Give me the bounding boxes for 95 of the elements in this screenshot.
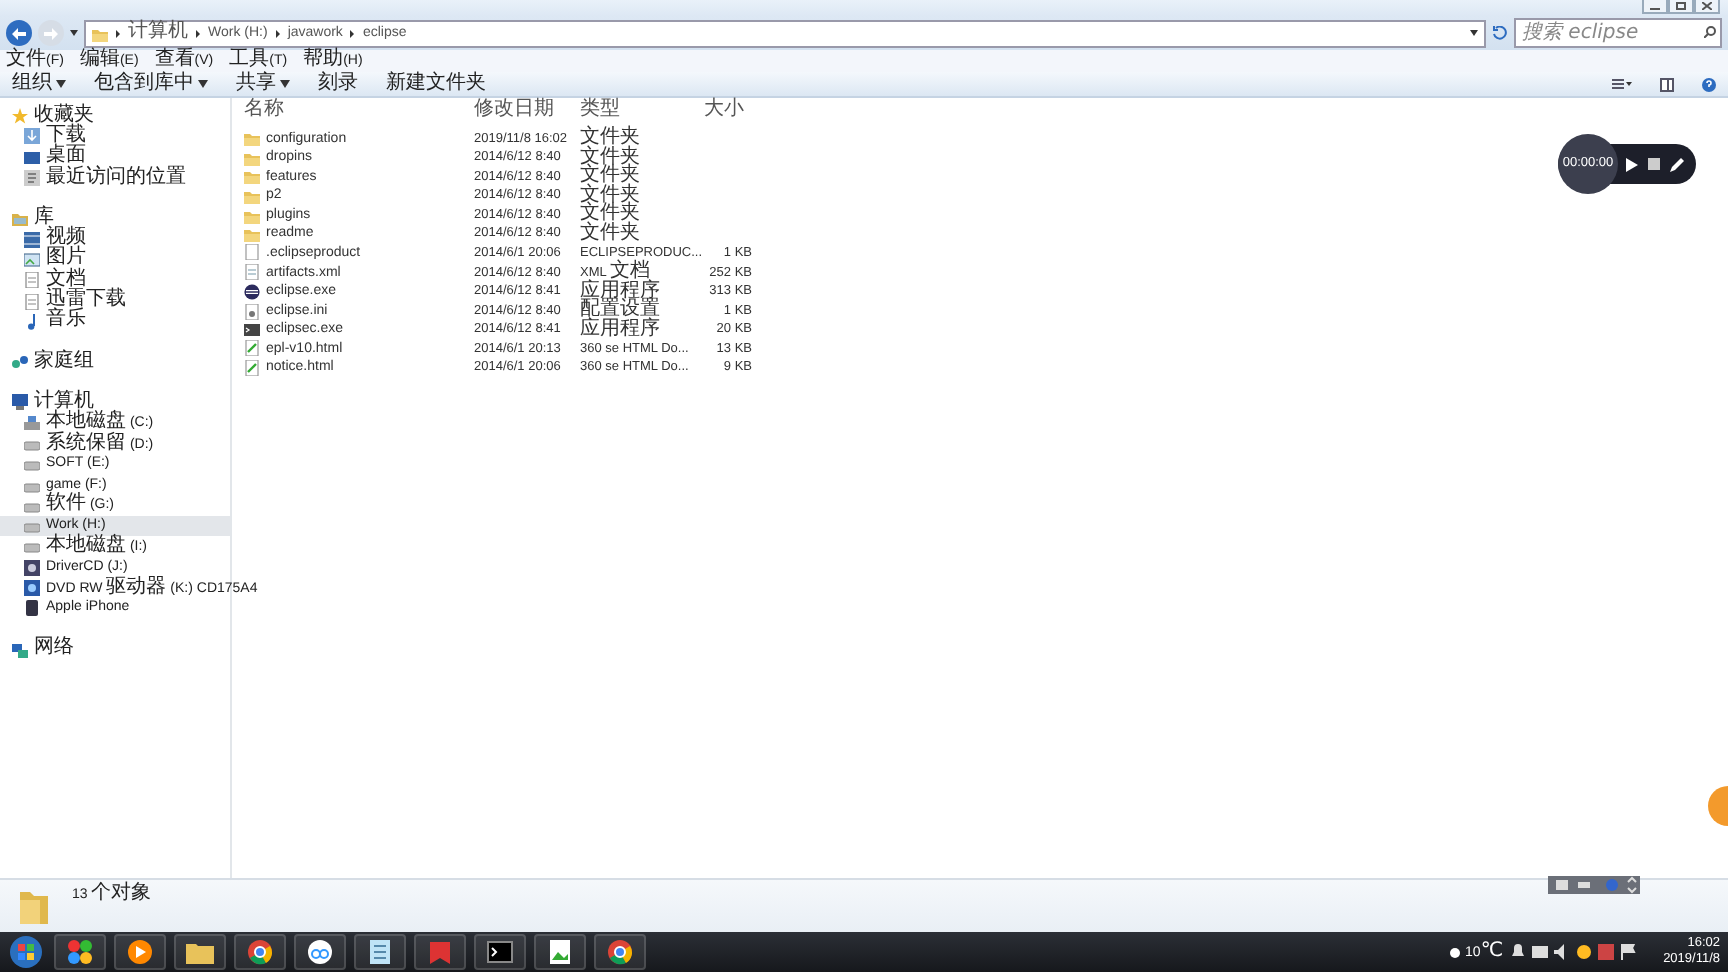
sidebar-item[interactable]: 音乐 xyxy=(12,311,230,332)
taskbar-button[interactable] xyxy=(354,934,406,970)
sidebar-item[interactable]: 桌面 xyxy=(12,147,230,168)
chevron-icon xyxy=(275,29,280,37)
file-type: 文件夹 xyxy=(580,185,640,206)
music-note-icon xyxy=(24,313,40,330)
caret-icon xyxy=(56,80,66,88)
computer-icon xyxy=(12,394,28,411)
minimize-button[interactable] xyxy=(1642,0,1668,14)
back-arrow-icon xyxy=(12,27,26,39)
sidebar-item[interactable]: 最近访问的位置 xyxy=(12,167,230,189)
play-icon[interactable] xyxy=(1626,157,1638,171)
phone-icon xyxy=(24,600,40,617)
network-status-icon[interactable] xyxy=(1531,944,1548,960)
ime-toolbar-icon[interactable] xyxy=(1548,876,1640,894)
taskbar-button[interactable] xyxy=(294,934,346,970)
minimize-icon xyxy=(1650,2,1660,10)
chevron-icon xyxy=(350,29,355,37)
column-header[interactable]: 类型 xyxy=(580,100,620,122)
column-header[interactable]: 修改日期 xyxy=(474,100,554,122)
flower-logo-icon xyxy=(66,938,94,966)
toolbar-button[interactable]: 新建文件夹 xyxy=(386,74,486,94)
download-icon xyxy=(24,128,40,145)
toolbar-button[interactable]: 刻录 xyxy=(318,74,358,94)
taskbar-button[interactable] xyxy=(594,934,646,970)
column-header[interactable]: 名称 xyxy=(244,100,284,122)
picture-icon xyxy=(24,251,40,268)
homegroup-icon xyxy=(12,354,28,371)
star-icon xyxy=(12,108,28,125)
video-icon xyxy=(24,231,40,248)
file-type: 文件夹 xyxy=(580,128,640,148)
windows-logo-icon xyxy=(10,936,42,968)
breadcrumb[interactable]: 计算机 xyxy=(128,22,188,44)
media-player-icon xyxy=(126,938,154,966)
file-type: 文件夹 xyxy=(580,147,640,168)
taskbar-button[interactable] xyxy=(474,934,526,970)
bookmark-app-icon xyxy=(426,938,454,966)
sidebar-item[interactable]: 网络 xyxy=(12,639,230,660)
caret-icon xyxy=(280,80,290,88)
console-app-icon xyxy=(244,322,260,339)
folder-icon xyxy=(20,888,48,924)
folder-icon xyxy=(92,25,108,41)
drive-icon xyxy=(24,415,40,432)
notification-icon[interactable] xyxy=(1509,944,1526,960)
terminal-icon xyxy=(486,938,514,966)
column-header[interactable]: 大小 xyxy=(704,100,744,122)
toolbar-button[interactable]: 组织 xyxy=(12,74,66,94)
view-options-icon[interactable] xyxy=(1612,78,1632,90)
dropdown-caret-icon[interactable] xyxy=(70,30,78,36)
back-button[interactable] xyxy=(6,20,32,46)
network-icon xyxy=(12,641,28,658)
file-type: 文件夹 xyxy=(580,223,640,246)
taskbar-button[interactable] xyxy=(234,934,286,970)
desktop-icon xyxy=(24,149,40,166)
toolbar-button[interactable]: 共享 xyxy=(236,74,290,94)
recent-places-icon xyxy=(24,170,40,187)
preview-pane-icon[interactable] xyxy=(1660,77,1674,91)
globe-app-icon xyxy=(244,284,260,301)
settings-file-icon xyxy=(244,303,260,320)
file-type: 文件夹 xyxy=(580,166,640,187)
blank-file-icon xyxy=(244,244,260,261)
close-icon xyxy=(1702,2,1712,10)
taskbar-button[interactable] xyxy=(114,934,166,970)
document-icon xyxy=(24,272,40,289)
flag-icon[interactable] xyxy=(1619,944,1636,960)
taskbar-button[interactable] xyxy=(54,934,106,970)
dropdown-caret-icon[interactable] xyxy=(1470,30,1478,36)
search-field[interactable]: 搜索 eclipse xyxy=(1514,18,1722,48)
sidebar-item[interactable]: 家庭组 xyxy=(12,351,230,373)
disc-drive-icon xyxy=(24,559,40,576)
search-icon[interactable] xyxy=(1704,26,1716,38)
chrome-icon xyxy=(246,938,274,966)
taskbar-button[interactable] xyxy=(174,934,226,970)
notepad-icon xyxy=(366,938,394,966)
file-type: 应用程序 xyxy=(580,319,660,342)
maximize-icon xyxy=(1676,2,1686,10)
dvd-drive-icon xyxy=(24,580,40,597)
document-icon xyxy=(244,264,260,281)
volume-icon[interactable] xyxy=(1553,944,1570,960)
document-icon xyxy=(24,293,40,310)
start-button[interactable] xyxy=(6,934,46,970)
file-type: 文件夹 xyxy=(580,204,640,225)
library-icon xyxy=(12,210,28,227)
pen-icon[interactable] xyxy=(1670,157,1684,171)
maximize-button[interactable] xyxy=(1668,0,1694,14)
close-button[interactable] xyxy=(1694,0,1720,14)
toolbar-button[interactable]: 包含到库中 xyxy=(94,74,208,94)
caret-icon xyxy=(198,80,208,88)
folder-icon xyxy=(186,938,214,966)
image-file-icon xyxy=(546,938,574,966)
forward-arrow-icon xyxy=(44,27,58,39)
refresh-icon[interactable] xyxy=(1492,26,1508,40)
taskbar-button[interactable] xyxy=(534,934,586,970)
chrome-icon xyxy=(606,938,634,966)
help-icon[interactable] xyxy=(1702,77,1716,91)
